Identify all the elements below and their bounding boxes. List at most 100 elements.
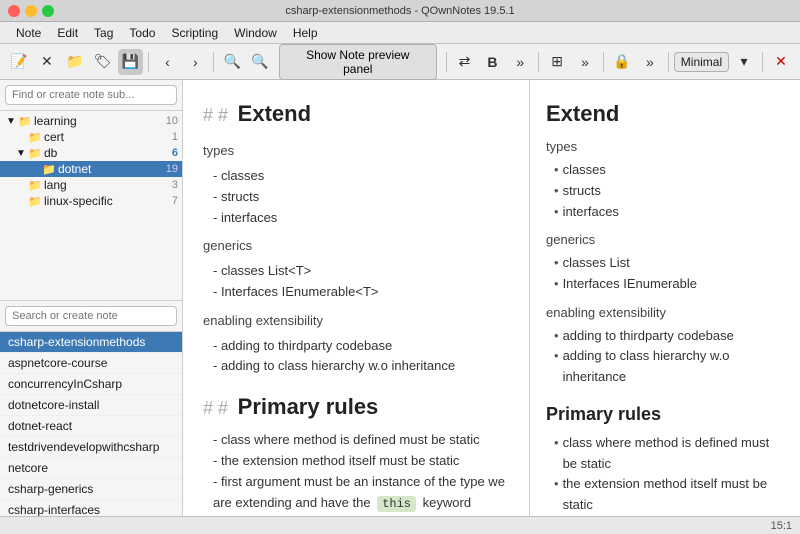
tree-search-input[interactable]: [5, 85, 177, 105]
separator-6: [668, 52, 669, 72]
main-content: ▼ 📁 learning 10 📁 cert 1 ▼ 📁 db 6: [0, 80, 800, 516]
menubar: Note Edit Tag Todo Scripting Window Help: [0, 22, 800, 44]
tree-search-bar: [0, 80, 182, 111]
window-title: csharp-extensionmethods - QOwnNotes 19.5…: [285, 5, 514, 17]
close-button[interactable]: [8, 5, 20, 17]
editor-list-item: - interfaces: [203, 208, 509, 229]
more3-button[interactable]: »: [637, 49, 663, 75]
tree-label: learning: [34, 114, 162, 128]
tree-item-db[interactable]: ▼ 📁 db 6: [0, 145, 182, 161]
tree-count: 6: [172, 147, 178, 159]
preview-list3: adding to thirdparty codebase adding to …: [546, 326, 784, 388]
folder-icon: 📁: [18, 115, 32, 128]
folder-button[interactable]: 📁: [62, 49, 88, 75]
remove-note-button[interactable]: ✕: [34, 49, 60, 75]
note-item-csharp-generics[interactable]: csharp-generics: [0, 479, 182, 500]
note-item-aspnetcore[interactable]: aspnetcore-course: [0, 353, 182, 374]
more-button[interactable]: »: [507, 49, 533, 75]
note-item-dotnetcore-install[interactable]: dotnetcore-install: [0, 395, 182, 416]
tree-item-lang[interactable]: 📁 lang 3: [0, 177, 182, 193]
menu-scripting[interactable]: Scripting: [163, 24, 226, 42]
notes-search-bar: [0, 300, 182, 332]
editor-list-item: - adding to class hierarchy w.o inherita…: [203, 356, 509, 377]
note-item-concurrency[interactable]: concurrencyInCsharp: [0, 374, 182, 395]
preview-bullet: adding to class hierarchy w.o inheritanc…: [546, 346, 784, 388]
bold-button[interactable]: B: [479, 49, 505, 75]
tree-label: linux-specific: [44, 194, 168, 208]
preview-section1: types: [546, 137, 784, 158]
maximize-button[interactable]: [42, 5, 54, 17]
separator-4: [538, 52, 539, 72]
editor-section1: types: [203, 141, 509, 162]
preview-list2: classes List Interfaces IEnumerable: [546, 253, 784, 295]
view-select[interactable]: Minimal: [674, 52, 729, 72]
preview-bullet: classes List: [546, 253, 784, 274]
folder-icon: 📁: [28, 147, 42, 160]
editor-rule3: - first argument must be an instance of …: [203, 472, 509, 516]
tree-count: 3: [172, 179, 178, 191]
separator-7: [762, 52, 763, 72]
preview-bullet: interfaces: [546, 202, 784, 223]
editor-title2: Primary rules: [238, 394, 379, 419]
notes-search-input[interactable]: [5, 306, 177, 326]
note-item-netcore[interactable]: netcore: [0, 458, 182, 479]
menu-window[interactable]: Window: [226, 24, 285, 42]
sidebar-tree: ▼ 📁 learning 10 📁 cert 1 ▼ 📁 db 6: [0, 80, 183, 516]
editor-list3: - adding to thirdparty codebase - adding…: [203, 336, 509, 378]
save-button[interactable]: 💾: [118, 49, 144, 75]
new-note-button[interactable]: 📝: [6, 49, 32, 75]
editor-area[interactable]: # # Extend types - classes - structs - i…: [183, 80, 530, 516]
editor-list-item: - adding to thirdparty codebase: [203, 336, 509, 357]
editor-list-item: - Interfaces IEnumerable<T>: [203, 282, 509, 303]
minimize-button[interactable]: [25, 5, 37, 17]
columns-button[interactable]: ⊞: [544, 49, 570, 75]
menu-help[interactable]: Help: [285, 24, 326, 42]
separator-2: [213, 52, 214, 72]
folder-icon: 📁: [28, 179, 42, 192]
tree-label: db: [44, 146, 168, 160]
toggle-icon: ▼: [4, 116, 18, 127]
folder-icon: 📁: [28, 131, 42, 144]
editor-section3: enabling extensibility: [203, 311, 509, 332]
menu-note[interactable]: Note: [8, 24, 49, 42]
tree-item-learning[interactable]: ▼ 📁 learning 10: [0, 113, 182, 129]
close-panel-button[interactable]: ✕: [768, 49, 794, 75]
tree-item-cert[interactable]: 📁 cert 1: [0, 129, 182, 145]
back-button[interactable]: ‹: [154, 49, 180, 75]
tree-item-dotnet[interactable]: 📁 dotnet 19: [0, 161, 182, 177]
tree-count: 7: [172, 195, 178, 207]
preview-bullet: adding to thirdparty codebase: [546, 326, 784, 347]
tree-label: lang: [44, 178, 168, 192]
preview-section3: enabling extensibility: [546, 303, 784, 324]
window-controls: [8, 5, 54, 17]
preview-title2: Primary rules: [546, 400, 784, 429]
menu-edit[interactable]: Edit: [49, 24, 86, 42]
preview-bullet: Interfaces IEnumerable: [546, 274, 784, 295]
editor-list-item: - classes List<T>: [203, 261, 509, 282]
zoom-out-button[interactable]: 🔍: [219, 49, 245, 75]
preview-bullet: structs: [546, 181, 784, 202]
note-item-dotnet-react[interactable]: dotnet-react: [0, 416, 182, 437]
editor-list-item: - structs: [203, 187, 509, 208]
dropdown-button[interactable]: ▾: [731, 49, 757, 75]
lock-button[interactable]: 🔒: [609, 49, 635, 75]
zoom-in-button[interactable]: 🔍: [247, 49, 273, 75]
tag-button[interactable]: 🏷: [90, 49, 116, 75]
arrows-button[interactable]: ⇄: [452, 49, 478, 75]
show-preview-button[interactable]: Show Note preview panel: [279, 44, 437, 80]
note-item-csharp-ext[interactable]: csharp-extensionmethods: [0, 332, 182, 353]
tree-area: ▼ 📁 learning 10 📁 cert 1 ▼ 📁 db 6: [0, 111, 182, 300]
tree-label: dotnet: [58, 162, 162, 176]
menu-tag[interactable]: Tag: [86, 24, 121, 42]
editor-section2: generics: [203, 236, 509, 257]
tree-item-linux[interactable]: 📁 linux-specific 7: [0, 193, 182, 209]
editor-hash2: # #: [203, 398, 228, 418]
editor-rule2: - the extension method itself must be st…: [203, 451, 509, 472]
forward-button[interactable]: ›: [182, 49, 208, 75]
note-item-testdriven[interactable]: testdrivendevelopwithcsharp: [0, 437, 182, 458]
more2-button[interactable]: »: [572, 49, 598, 75]
cursor-position: 15:1: [771, 520, 792, 532]
menu-todo[interactable]: Todo: [121, 24, 163, 42]
editor-this-keyword: this: [377, 496, 416, 512]
note-item-csharp-interfaces[interactable]: csharp-interfaces: [0, 500, 182, 517]
